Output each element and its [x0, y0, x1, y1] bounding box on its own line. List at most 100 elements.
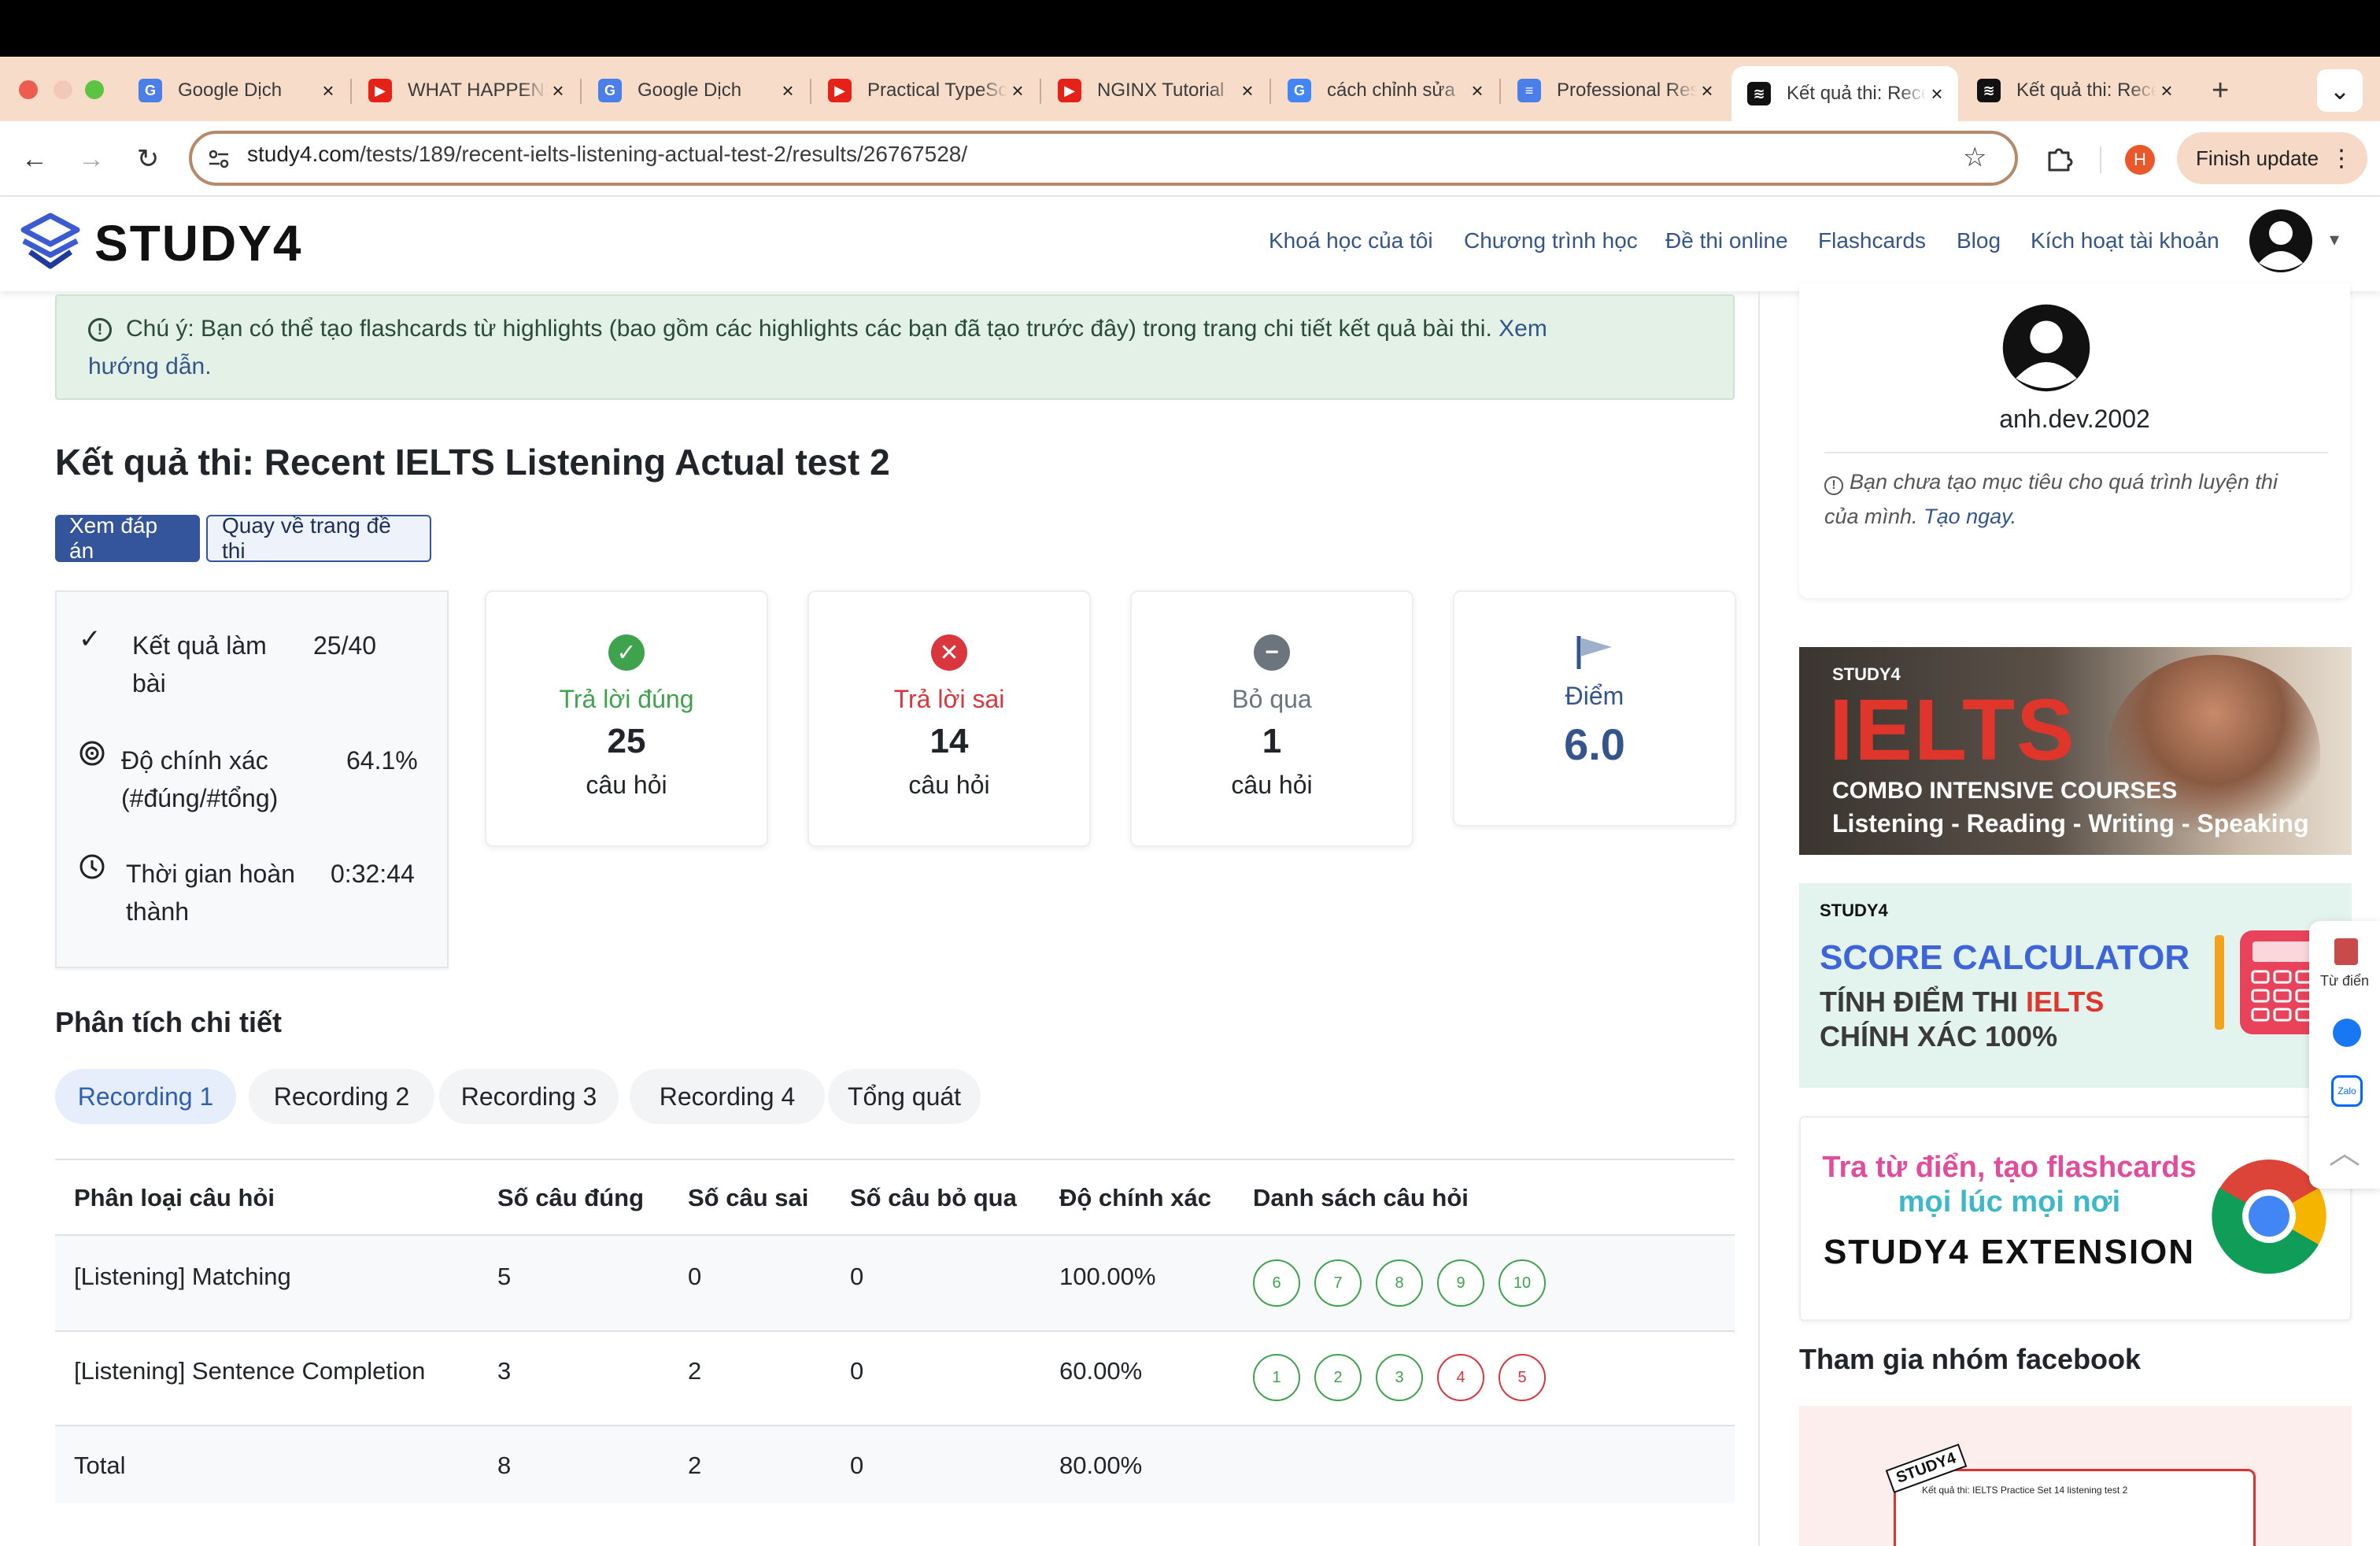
tab-recording[interactable]: Recording 1 — [55, 1069, 236, 1124]
site-header — [0, 197, 2380, 291]
close-window-button[interactable] — [19, 80, 38, 99]
close-tab-icon[interactable]: × — [778, 79, 798, 103]
check-circle-icon: ✓ — [608, 634, 645, 671]
messenger-icon[interactable] — [2333, 1019, 2361, 1047]
question-badge[interactable]: 6 — [1253, 1259, 1300, 1307]
question-badge[interactable]: 8 — [1376, 1259, 1423, 1307]
close-tab-icon[interactable]: × — [1237, 79, 1258, 103]
forward-arrow-icon[interactable]: → — [71, 139, 112, 179]
nav-item[interactable]: Kích hoạt tài khoản — [2031, 228, 2219, 253]
reload-icon[interactable]: ↻ — [128, 139, 168, 179]
browser-tab[interactable]: ▶ Practical TypeScript× — [812, 66, 1039, 115]
fb-banner-caption: Kết quả thi: IELTS Practice Set 14 liste… — [1922, 1485, 2128, 1496]
close-tab-icon[interactable]: × — [548, 79, 568, 103]
browser-tab[interactable]: G Google Dịch × — [582, 66, 809, 115]
card-label: Trả lời đúng — [559, 685, 694, 713]
notice-link-huong-dan[interactable]: hướng dẫn. — [88, 353, 212, 379]
score-value: 25/40 — [313, 631, 377, 660]
close-tab-icon[interactable]: × — [2156, 79, 2177, 103]
browser-tab[interactable]: G Google Dịch × — [123, 66, 349, 115]
question-badge[interactable]: 2 — [1314, 1354, 1362, 1401]
finish-update-button[interactable]: Finish update ⋮ — [2177, 132, 2367, 184]
maximize-window-button[interactable] — [85, 80, 104, 99]
tab-recording[interactable]: Recording 2 — [249, 1069, 434, 1124]
column-header: Số câu sai — [688, 1184, 809, 1211]
close-tab-icon[interactable]: × — [1007, 79, 1028, 103]
card-value: 25 — [607, 722, 646, 760]
banner-line3: STUDY4 EXTENSION — [1823, 1233, 2196, 1271]
docs-icon: ≡ — [1517, 79, 1541, 102]
fb-screenshot-preview — [1894, 1469, 2256, 1546]
question-badge[interactable]: 9 — [1437, 1259, 1484, 1307]
site-settings-icon[interactable] — [206, 146, 231, 172]
check-icon: ✓ — [79, 624, 102, 654]
column-header: Độ chính xác — [1059, 1184, 1211, 1211]
new-tab-button[interactable]: + — [2196, 66, 2240, 115]
ielts-combo-banner[interactable]: STUDY4 IELTS COMBO INTENSIVE COURSES Lis… — [1799, 647, 2352, 855]
back-arrow-icon[interactable]: ← — [14, 139, 55, 179]
cell-wrong: 2 — [688, 1357, 702, 1385]
user-avatar-icon[interactable] — [2248, 208, 2314, 274]
close-tab-icon[interactable]: × — [318, 79, 338, 103]
close-tab-icon[interactable]: × — [1697, 79, 1717, 103]
question-badge[interactable]: 3 — [1376, 1354, 1423, 1401]
chevron-up-icon[interactable]: ︿ — [2309, 1127, 2380, 1173]
question-badge[interactable]: 10 — [1499, 1259, 1546, 1307]
close-tab-icon[interactable]: × — [1467, 79, 1488, 103]
tab-recording[interactable]: Recording 4 — [630, 1069, 825, 1124]
nav-item[interactable]: Flashcards — [1818, 228, 1926, 253]
youtube-icon: ▶ — [368, 79, 392, 102]
score-calculator-banner[interactable]: STUDY4 SCORE CALCULATOR TÍNH ĐIỂM THI IE… — [1799, 883, 2352, 1088]
back-to-test-button[interactable]: Quay về trang đề thi — [206, 513, 431, 563]
card-unit: câu hỏi — [586, 771, 667, 799]
minus-circle-icon: − — [1254, 634, 1290, 671]
tab-search-menu-button[interactable]: ⌄ — [2317, 69, 2363, 112]
dictionary-icon[interactable] — [2334, 938, 2358, 965]
study4-logo-text[interactable]: STUDY4 — [94, 214, 303, 272]
facebook-group-banner[interactable]: STUDY4 Kết quả thi: IELTS Practice Set 1… — [1799, 1406, 2352, 1546]
tab-recording[interactable]: Recording 3 — [439, 1069, 619, 1124]
time-value: 0:32:44 — [331, 860, 415, 888]
browser-tab-title: Professional Resume — [1557, 80, 1697, 101]
banner-line1: Tra từ điển, tạo flashcards — [1822, 1151, 2197, 1184]
study4-logo-icon[interactable] — [19, 211, 82, 274]
google-translate-icon: G — [139, 79, 162, 102]
browser-tab[interactable]: ≡ Professional Resume× — [1502, 66, 1728, 115]
nav-item[interactable]: Đề thi online — [1665, 228, 1788, 253]
bookmark-star-icon[interactable]: ☆ — [1963, 142, 1986, 173]
google-icon: G — [1288, 79, 1311, 102]
extensions-puzzle-icon[interactable] — [2045, 143, 2075, 173]
card-value: 6.0 — [1564, 719, 1625, 769]
create-goal-link[interactable]: Tạo ngay. — [1924, 505, 2016, 528]
view-answers-button[interactable]: Xem đáp án — [55, 513, 200, 563]
card-value: 14 — [929, 722, 969, 760]
browser-tab[interactable]: ≋ Kết quả thi: Recent× — [1961, 66, 2188, 115]
study4-extension-banner[interactable]: Tra từ điển, tạo flashcards mọi lúc mọi … — [1799, 1116, 2352, 1321]
target-icon — [79, 741, 105, 766]
analysis-title: Phân tích chi tiết — [55, 1006, 283, 1038]
nav-item[interactable]: Chương trình học — [1464, 228, 1638, 253]
browser-tab[interactable]: Gcách chỉnh sửa × — [1272, 66, 1499, 115]
close-tab-icon[interactable]: × — [1927, 82, 1947, 106]
question-badge[interactable]: 5 — [1499, 1354, 1546, 1401]
minimize-window-button[interactable] — [54, 80, 72, 99]
profile-avatar[interactable]: H — [2125, 145, 2155, 175]
browser-tab[interactable]: ▶ WHAT HAPPENS × — [353, 66, 579, 115]
url-text[interactable]: study4.com/tests/189/recent-ielts-listen… — [247, 142, 967, 167]
nav-item[interactable]: Khoá học của tôi — [1269, 228, 1433, 253]
question-badge[interactable]: 1 — [1253, 1354, 1300, 1401]
tab-separator — [580, 79, 582, 104]
question-badge[interactable]: 7 — [1314, 1259, 1362, 1307]
notice-link-xem[interactable]: Xem — [1499, 316, 1547, 342]
goal-notice: ! Bạn chưa tạo mục tiêu cho quá trình luy… — [1824, 470, 2278, 528]
nav-item[interactable]: Blog — [1957, 228, 2001, 253]
user-menu-caret-icon[interactable]: ▾ — [2330, 228, 2339, 251]
tab-recording[interactable]: Tổng quát — [828, 1069, 981, 1124]
browser-tab[interactable]: ▶ NGINX Tutorial × — [1042, 66, 1269, 115]
zalo-icon[interactable]: Zalo — [2331, 1075, 2363, 1107]
cell-correct: 8 — [497, 1452, 512, 1479]
tab-separator — [1040, 79, 1041, 104]
browser-tab[interactable]: ≋ Kết quả thi: Recent× — [1731, 66, 1958, 121]
question-badge[interactable]: 4 — [1437, 1354, 1484, 1401]
dictionary-label[interactable]: Từ điển — [2309, 973, 2380, 989]
